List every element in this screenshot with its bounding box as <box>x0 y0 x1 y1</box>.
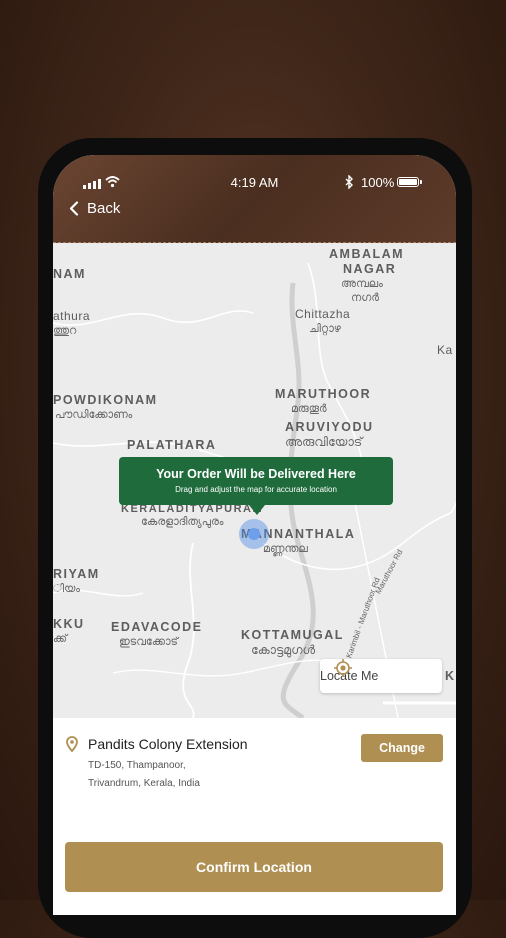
locate-me-button[interactable]: Locate Me <box>320 659 442 693</box>
map-label-powdikonam-ml: പൗഡിക്കോണം <box>55 409 133 421</box>
header-bar: 4:19 AM 100% Back <box>53 155 456 243</box>
map-label-keraladityapuram-ml: കേരളാദിത്യപുരം <box>141 516 224 528</box>
tooltip-title: Your Order Will be Delivered Here <box>156 467 356 481</box>
address-panel: Pandits Colony Extension TD-150, Thampan… <box>53 718 456 915</box>
map-label-kottamugal: KOTTAMUGAL <box>241 628 344 642</box>
map-label-chittazha-ml: ചിറ്റാഴ <box>309 323 341 335</box>
location-pin[interactable] <box>239 519 269 549</box>
map-label-nam: NAM <box>53 267 86 281</box>
location-pin-icon <box>66 736 78 752</box>
battery-icon <box>397 177 422 187</box>
map-label-riyam: RIYAM <box>53 567 100 581</box>
map-view[interactable]: NAM AMBALAM NAGAR അമ്പലം നഗർ athura ത്തു… <box>53 243 456 718</box>
map-label-ambalam-ml: അമ്പലം <box>341 278 383 290</box>
delivery-tooltip: Your Order Will be Delivered Here Drag a… <box>119 457 393 515</box>
map-label-athura-ml: ത്തുറ <box>53 325 77 337</box>
battery-percent: 100% <box>361 175 395 190</box>
map-label-kottamugal-ml: കോട്ടമുഗൾ <box>251 643 316 657</box>
map-label-edavacode-ml: ഇടവക്കോട് <box>119 636 178 648</box>
address-line-1: TD-150, Thampanoor, <box>88 760 186 771</box>
status-time: 4:19 AM <box>230 175 279 190</box>
address-line-2: Trivandrum, Kerala, India <box>88 778 200 789</box>
app-screen: 4:19 AM 100% Back NAM AMBALAM NAGAR അമ്പ… <box>53 155 456 915</box>
map-label-mannanthala-ml: മണ്ണന്തല <box>263 543 308 555</box>
map-label-aruviyodu: ARUVIYODU <box>285 420 374 434</box>
change-button[interactable]: Change <box>361 734 443 762</box>
tooltip-subtitle: Drag and adjust the map for accurate loc… <box>175 485 337 494</box>
crosshair-icon <box>334 659 352 677</box>
map-label-ambalam: AMBALAM <box>329 247 405 261</box>
chevron-left-icon <box>69 201 79 216</box>
map-label-aruviyodu-ml: അരുവിയോട് <box>285 435 363 449</box>
map-label-edavacode: EDAVACODE <box>111 620 203 634</box>
map-label-riyam-ml: ിയം <box>53 583 81 595</box>
map-label-ka: Ka <box>437 343 453 357</box>
map-label-chittazha: Chittazha <box>295 307 351 321</box>
bluetooth-icon <box>345 175 353 189</box>
map-label-maruthoor: MARUTHOOR <box>275 387 372 401</box>
map-label-palathara: PALATHARA <box>127 438 217 452</box>
map-label-nagar-ml: നഗർ <box>351 292 379 304</box>
map-label-athura: athura <box>53 309 91 323</box>
address-title: Pandits Colony Extension <box>88 736 248 752</box>
map-label-kku-ml: ക്ക് <box>53 633 68 645</box>
map-label-powdikonam: POWDIKONAM <box>53 393 158 407</box>
status-bar: 4:19 AM 100% <box>53 175 456 191</box>
map-label-nagar: NAGAR <box>343 262 397 276</box>
back-button[interactable]: Back <box>69 200 120 217</box>
confirm-location-button[interactable]: Confirm Location <box>65 842 443 892</box>
map-label-kku: KKU <box>53 617 85 631</box>
map-label-maruthoor-ml: മരുതൂർ <box>291 403 327 415</box>
back-label: Back <box>87 200 121 217</box>
map-label-k: K <box>445 669 456 683</box>
